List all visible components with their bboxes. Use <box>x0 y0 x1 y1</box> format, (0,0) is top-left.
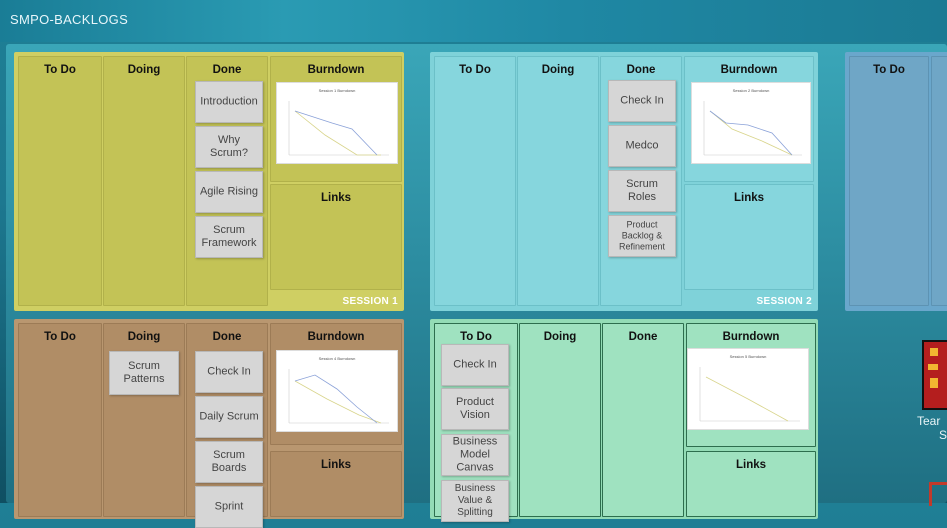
burndown-chart[interactable]: Session 5 Burndown <box>687 348 809 430</box>
session-4-frame[interactable]: To Do Doing Scrum Patterns Done Check In… <box>14 319 404 528</box>
doing-column[interactable]: Doing <box>519 323 601 517</box>
done-column[interactable]: Done Check In Daily Scrum Scrum Boards S… <box>186 323 268 528</box>
doing-column[interactable]: Doing <box>517 56 599 306</box>
todo-column-title: To Do <box>44 331 76 343</box>
sticky-label: Product Vision <box>456 396 494 421</box>
sticky-label: Product Backlog & Refinement <box>618 219 666 252</box>
burndown-chart-plot <box>288 369 389 424</box>
doing-column-title: Doing <box>541 64 575 76</box>
doing-column-title: Doing <box>543 331 577 343</box>
sidebar-caption-line1: Tear <box>917 414 941 428</box>
todo-column-title: To Do <box>459 64 491 76</box>
burndown-column-title: Burndown <box>307 331 365 343</box>
doing-column-title: Doing <box>127 64 161 76</box>
links-column[interactable]: Links <box>686 451 816 517</box>
doing-column[interactable] <box>931 56 947 306</box>
todo-column-title: To Do <box>460 331 492 343</box>
sticky-label: Business Model Canvas <box>452 435 498 474</box>
sticky-note[interactable]: Product Vision <box>441 388 509 430</box>
sticky-label: Sprint <box>214 500 244 513</box>
board-title[interactable]: SMPO-BACKLOGS <box>10 12 128 27</box>
session-label: SESSION 2 <box>756 296 812 307</box>
sticky-label: Check In <box>620 94 664 107</box>
todo-column[interactable]: To Do <box>434 56 516 306</box>
burndown-column-title: Burndown <box>722 331 780 343</box>
todo-column[interactable]: To Do <box>18 56 102 306</box>
session-2-frame[interactable]: To Do Doing Done Check In Medco Scrum Ro… <box>430 52 818 311</box>
sticky-label: Agile Rising <box>199 185 259 198</box>
sticky-note[interactable]: Scrum Roles <box>608 170 676 212</box>
sticky-note[interactable]: Why Scrum? <box>195 126 263 168</box>
burndown-chart[interactable]: Session 2 Burndown <box>691 82 811 164</box>
done-column[interactable]: Done <box>602 323 684 517</box>
sticky-note[interactable]: Introduction <box>195 81 263 123</box>
sticky-note[interactable]: Business Model Canvas <box>441 434 509 476</box>
doing-column[interactable]: Doing Scrum Patterns <box>103 323 185 517</box>
sticky-label: Business Value & Splitting <box>454 483 496 518</box>
done-column-title: Done <box>626 64 656 76</box>
sticky-note[interactable]: Scrum Boards <box>195 441 263 483</box>
burndown-column[interactable]: Burndown Session 1 Burndown <box>270 56 402 182</box>
sticky-note[interactable]: Check In <box>441 344 509 386</box>
doing-column-title: Doing <box>127 331 161 343</box>
done-column-title: Done <box>212 64 242 76</box>
sticky-note[interactable]: Daily Scrum <box>195 396 263 438</box>
session-3-frame[interactable]: To Do <box>845 52 947 311</box>
done-column-title: Done <box>212 331 242 343</box>
sticky-note[interactable]: Check In <box>608 80 676 122</box>
todo-column[interactable]: To Do Check In Product Vision Business M… <box>434 323 518 522</box>
links-column[interactable]: Links <box>270 184 402 290</box>
session-5-frame[interactable]: To Do Check In Product Vision Business M… <box>430 319 818 522</box>
sidebar-caption: Tear S <box>917 414 947 442</box>
links-column[interactable]: Links <box>684 184 814 290</box>
doing-column[interactable]: Doing <box>103 56 185 306</box>
sticky-label: Check In <box>453 358 497 371</box>
links-column-title: Links <box>735 459 767 471</box>
links-column-title: Links <box>320 459 352 471</box>
sticky-label: Why Scrum? <box>210 134 248 159</box>
links-column-title: Links <box>320 192 352 204</box>
sticky-note[interactable]: Product Backlog & Refinement <box>608 215 676 257</box>
sticky-label: Scrum Roles <box>626 178 658 203</box>
sticky-note[interactable]: Medco <box>608 125 676 167</box>
session-1-frame[interactable]: To Do Doing Done Introduction Why Scrum?… <box>14 52 404 311</box>
sticky-label: Check In <box>207 365 251 378</box>
team-logo <box>922 340 947 410</box>
burndown-chart-plot <box>699 367 800 422</box>
links-column-title: Links <box>733 192 765 204</box>
todo-column[interactable]: To Do <box>18 323 102 517</box>
done-column[interactable]: Done Check In Medco Scrum Roles Product … <box>600 56 682 306</box>
sidebar-caption-line2: S <box>939 428 947 442</box>
burndown-column[interactable]: Burndown Session 5 Burndown <box>686 323 816 447</box>
burndown-chart[interactable]: Session 1 Burndown <box>276 82 398 164</box>
todo-column-title: To Do <box>44 64 76 76</box>
todo-column[interactable]: To Do <box>849 56 929 306</box>
sticky-label: Introduction <box>200 95 258 108</box>
burndown-chart-plot <box>703 101 802 156</box>
sticky-note[interactable]: Scrum Patterns <box>109 351 179 395</box>
done-column[interactable]: Done Introduction Why Scrum? Agile Risin… <box>186 56 268 306</box>
burndown-chart[interactable]: Session 4 Burndown <box>276 350 398 432</box>
links-column[interactable]: Links <box>270 451 402 517</box>
sticky-note[interactable]: Business Value & Splitting <box>441 480 509 522</box>
sticky-label: Medco <box>625 139 659 152</box>
burndown-column[interactable]: Burndown Session 2 Burndown <box>684 56 814 182</box>
burndown-column-title: Burndown <box>720 64 778 76</box>
sticky-note[interactable]: Agile Rising <box>195 171 263 213</box>
sticky-label: Daily Scrum <box>199 410 259 423</box>
session-label: SESSION 1 <box>342 296 398 307</box>
sticky-label: Scrum Framework <box>201 224 257 249</box>
todo-column-title: To Do <box>873 64 905 76</box>
logo-corner-mark <box>929 482 947 506</box>
burndown-column-title: Burndown <box>307 64 365 76</box>
sticky-note[interactable]: Check In <box>195 351 263 393</box>
sticky-note[interactable]: Scrum Framework <box>195 216 263 258</box>
sticky-label: Scrum Boards <box>211 449 247 474</box>
sticky-note[interactable]: Sprint <box>195 486 263 528</box>
board-header: SMPO-BACKLOGS <box>0 0 947 42</box>
sticky-label: Scrum Patterns <box>123 360 165 385</box>
burndown-column[interactable]: Burndown Session 4 Burndown <box>270 323 402 445</box>
burndown-chart-plot <box>288 101 389 156</box>
done-column-title: Done <box>628 331 658 343</box>
